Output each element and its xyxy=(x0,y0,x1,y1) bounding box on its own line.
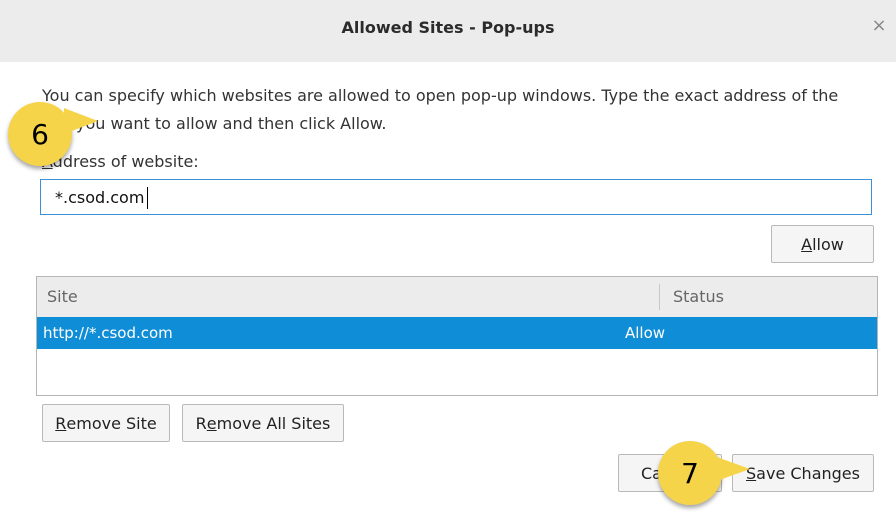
column-divider[interactable] xyxy=(659,284,660,310)
description-text: You can specify which websites are allow… xyxy=(42,86,839,133)
sites-table: Site Status http://*.csod.com Allow xyxy=(36,276,878,396)
remove-site-button[interactable]: Remove Site xyxy=(42,404,170,442)
address-label: Address of website: xyxy=(42,152,199,171)
address-input[interactable] xyxy=(40,179,872,215)
dialog-titlebar: Allowed Sites - Pop-ups × xyxy=(0,0,896,62)
dialog-title: Allowed Sites - Pop-ups xyxy=(341,18,555,37)
row-status-cell: Allow xyxy=(625,324,666,342)
close-icon[interactable]: × xyxy=(870,15,888,36)
callout-pointer-6 xyxy=(64,108,98,134)
table-header: Site Status xyxy=(37,277,877,318)
allow-button[interactable]: Allow xyxy=(771,225,874,263)
text-caret xyxy=(147,187,148,209)
save-changes-button[interactable]: Save Changes xyxy=(732,454,874,492)
table-row[interactable]: http://*.csod.com Allow xyxy=(37,317,877,349)
column-header-site[interactable]: Site xyxy=(47,287,78,306)
column-header-status[interactable]: Status xyxy=(673,287,724,306)
callout-pointer-7 xyxy=(714,456,750,482)
row-site-cell: http://*.csod.com xyxy=(43,324,173,342)
callout-step-6: 6 xyxy=(8,102,72,166)
callout-step-7: 7 xyxy=(658,441,722,505)
remove-all-sites-button[interactable]: Re move All Sites xyxy=(182,404,344,442)
